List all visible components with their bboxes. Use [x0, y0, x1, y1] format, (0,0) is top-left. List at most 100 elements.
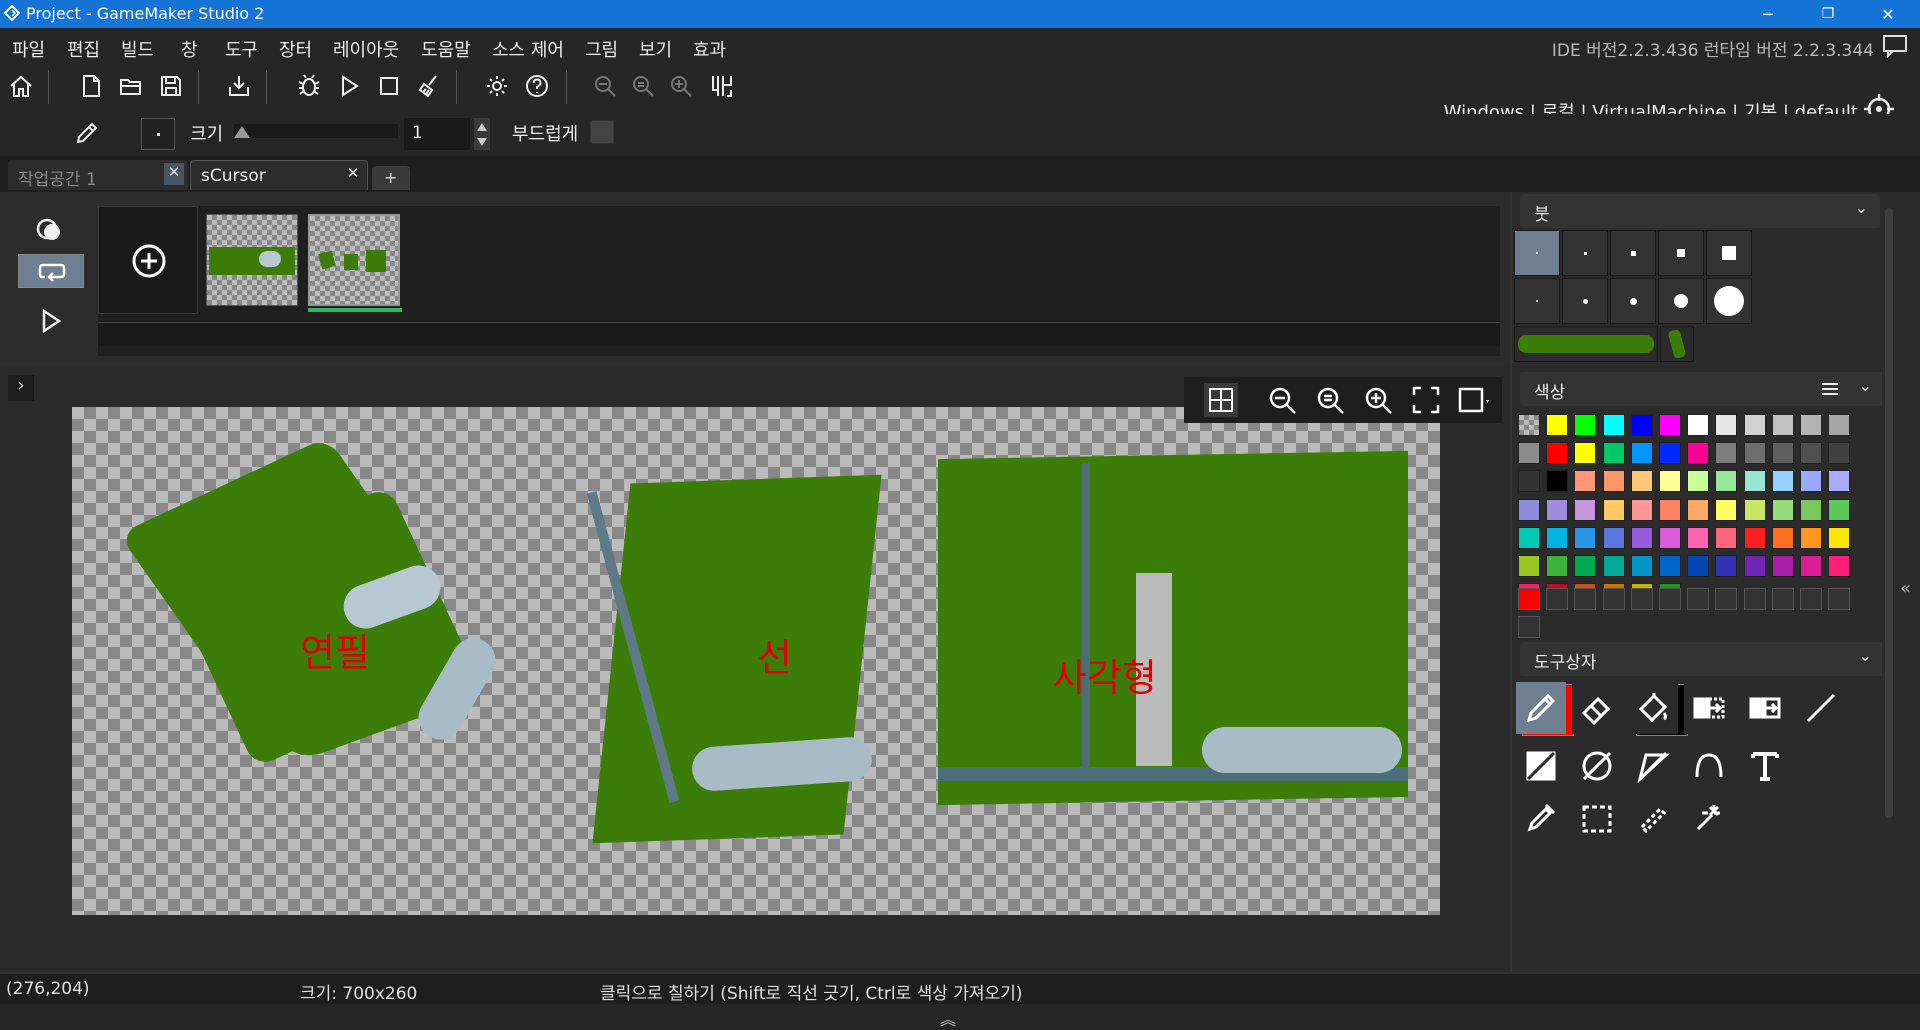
- menu-file[interactable]: 파일: [12, 36, 45, 62]
- loop-toggle[interactable]: [18, 254, 84, 288]
- recent-color-swatch[interactable]: [1715, 588, 1738, 610]
- tool-select-move[interactable]: [1684, 682, 1734, 734]
- color-swatch[interactable]: [1771, 470, 1794, 493]
- color-swatch[interactable]: [1518, 555, 1540, 577]
- custom-brush[interactable]: [1514, 326, 1658, 362]
- color-swatch[interactable]: [1828, 498, 1851, 521]
- menu-image[interactable]: 그림: [585, 36, 618, 62]
- brush-option[interactable]: [1514, 278, 1560, 324]
- tab-close-button[interactable]: ✕: [164, 163, 184, 185]
- color-swatch[interactable]: [1743, 498, 1766, 521]
- zoom-reset-icon[interactable]: [1314, 384, 1346, 416]
- color-swatch[interactable]: [1771, 526, 1794, 549]
- tool-magic-wand[interactable]: [1684, 798, 1734, 834]
- color-swatch[interactable]: [1828, 442, 1851, 465]
- tab-close-button[interactable]: ✕: [343, 164, 363, 186]
- clean-button[interactable]: [412, 68, 446, 104]
- zoom-out-button[interactable]: [588, 68, 622, 104]
- zoom-in-icon[interactable]: [1362, 384, 1394, 416]
- color-swatch[interactable]: [1546, 526, 1569, 549]
- create-executable-button[interactable]: [222, 68, 256, 104]
- menu-source-control[interactable]: 소스 제어: [492, 36, 564, 62]
- chevron-down-icon[interactable]: ⌄: [1859, 646, 1872, 665]
- color-swatch[interactable]: [1687, 470, 1710, 493]
- recent-color-swatch[interactable]: [1828, 588, 1851, 610]
- open-project-button[interactable]: [114, 68, 148, 104]
- menu-build[interactable]: 빌드: [121, 36, 154, 62]
- smooth-checkbox[interactable]: [590, 120, 614, 144]
- color-swatch[interactable]: [1518, 470, 1540, 493]
- minimize-button[interactable]: ─: [1740, 0, 1796, 28]
- color-swatch[interactable]: [1574, 498, 1597, 521]
- color-swatch[interactable]: [1518, 498, 1540, 521]
- color-swatch[interactable]: [1546, 470, 1569, 493]
- brush-option[interactable]: [1514, 230, 1560, 276]
- color-swatch[interactable]: [1715, 498, 1738, 521]
- color-swatch[interactable]: [1659, 526, 1681, 549]
- color-swatch[interactable]: [1518, 414, 1540, 436]
- chevron-down-icon[interactable]: ⌄: [1855, 198, 1868, 217]
- color-swatch[interactable]: [1771, 414, 1794, 436]
- menu-help[interactable]: 도움말: [421, 36, 471, 62]
- color-swatch[interactable]: [1743, 526, 1766, 549]
- color-swatch[interactable]: [1659, 498, 1681, 521]
- zoom-in-button[interactable]: [664, 68, 698, 104]
- color-swatch[interactable]: [1659, 442, 1681, 465]
- drawing-canvas[interactable]: 연필 선 사각형: [72, 407, 1440, 915]
- color-swatch[interactable]: [1743, 470, 1766, 493]
- play-animation-icon[interactable]: [38, 308, 64, 334]
- grid-toggle-button[interactable]: [1204, 383, 1238, 417]
- tool-text[interactable]: [1740, 740, 1790, 792]
- color-swatch[interactable]: [1743, 414, 1766, 436]
- recent-color-swatch[interactable]: [1659, 588, 1681, 610]
- recent-color-swatch[interactable]: [1518, 616, 1540, 639]
- color-panel-header[interactable]: 색상 ⌄: [1520, 372, 1884, 406]
- color-swatch[interactable]: [1574, 414, 1597, 436]
- zoom-reset-button[interactable]: [626, 68, 660, 104]
- color-swatch[interactable]: [1828, 470, 1851, 493]
- chevron-down-icon[interactable]: ⌄: [1859, 376, 1872, 395]
- menu-icon[interactable]: [1822, 382, 1838, 396]
- recent-color-swatch[interactable]: [1687, 588, 1710, 610]
- color-swatch[interactable]: [1800, 470, 1822, 493]
- debug-button[interactable]: [292, 68, 326, 104]
- frame-thumbnail-2[interactable]: [308, 214, 400, 306]
- recent-color-swatch[interactable]: [1574, 588, 1597, 610]
- restore-button[interactable]: ❐: [1800, 0, 1856, 28]
- expand-panel-button[interactable]: ›: [8, 375, 34, 401]
- preferences-button[interactable]: [480, 68, 514, 104]
- color-swatch[interactable]: [1602, 470, 1625, 493]
- brush-preview[interactable]: [141, 118, 175, 150]
- slider-handle-icon[interactable]: [234, 124, 250, 138]
- frame-timeline[interactable]: [98, 322, 1500, 346]
- new-tab-button[interactable]: +: [372, 166, 410, 190]
- color-swatch[interactable]: [1715, 555, 1738, 577]
- recent-color-swatch[interactable]: [1743, 588, 1766, 610]
- color-swatch[interactable]: [1687, 555, 1710, 577]
- color-swatch[interactable]: [1715, 470, 1738, 493]
- brush-size-stepper[interactable]: [474, 118, 490, 150]
- expand-output-icon[interactable]: ︽: [940, 1006, 956, 1030]
- tool-polygon[interactable]: [1628, 740, 1678, 792]
- color-swatch[interactable]: [1800, 526, 1822, 549]
- tool-select-rect[interactable]: [1572, 798, 1622, 834]
- onion-skin-icon[interactable]: [35, 215, 65, 245]
- stepper-down-icon[interactable]: [477, 138, 487, 146]
- color-swatch[interactable]: [1602, 555, 1625, 577]
- color-swatch[interactable]: [1800, 555, 1822, 577]
- recent-color-swatch[interactable]: [1546, 588, 1569, 610]
- color-swatch[interactable]: [1602, 526, 1625, 549]
- menu-marketplace[interactable]: 장터: [279, 36, 312, 62]
- workspace-layout-button[interactable]: [705, 68, 739, 104]
- color-swatch[interactable]: [1687, 498, 1710, 521]
- custom-brush[interactable]: [1660, 326, 1694, 362]
- close-window-button[interactable]: ✕: [1860, 0, 1916, 28]
- panel-scrollbar[interactable]: [1882, 194, 1896, 834]
- color-swatch[interactable]: [1800, 414, 1822, 436]
- run-button[interactable]: [332, 68, 366, 104]
- color-swatch[interactable]: [1546, 442, 1569, 465]
- color-swatch[interactable]: [1602, 442, 1625, 465]
- menu-edit[interactable]: 편집: [67, 36, 100, 62]
- brush-option[interactable]: [1658, 230, 1704, 276]
- color-swatch[interactable]: [1715, 442, 1738, 465]
